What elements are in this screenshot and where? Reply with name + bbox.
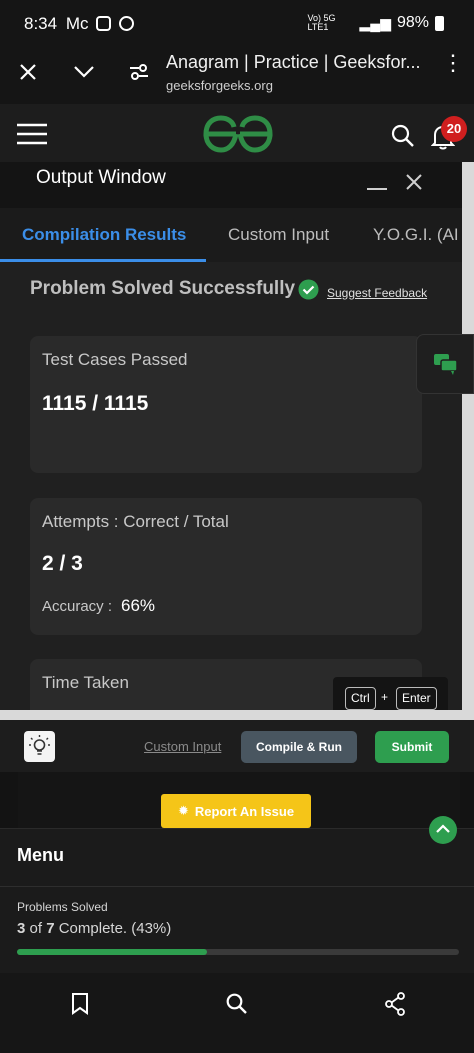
- battery-percent: 98%: [396, 14, 429, 31]
- chevron-up-icon: [436, 824, 450, 833]
- search-icon[interactable]: [391, 124, 415, 148]
- of-text: of: [29, 920, 43, 937]
- bookmark-icon[interactable]: [71, 993, 89, 1015]
- enter-key: Enter: [396, 687, 437, 710]
- problems-solved-summary: 3 of 7 Complete. (43%): [17, 920, 171, 937]
- notification-badge: 20: [441, 116, 467, 142]
- whatsapp-icon: [118, 16, 134, 31]
- page-url[interactable]: geeksforgeeks.org: [166, 78, 273, 93]
- problems-solved-label: Problems Solved: [17, 900, 108, 914]
- horizontal-scrollbar[interactable]: [0, 710, 462, 720]
- site-settings-icon[interactable]: [129, 62, 149, 82]
- lightbulb-icon: [29, 735, 50, 755]
- yogi-bulb-button[interactable]: [24, 731, 55, 762]
- chevron-down-icon[interactable]: [73, 65, 95, 79]
- gfg-logo[interactable]: [202, 115, 274, 153]
- test-cases-card: Test Cases Passed 1115 / 1115: [30, 336, 422, 473]
- scroll-up-button[interactable]: [429, 816, 457, 844]
- attempts-label: Attempts : Correct / Total: [42, 512, 229, 531]
- custom-input-link[interactable]: Custom Input: [144, 739, 221, 754]
- success-check-icon: [298, 279, 319, 300]
- editor-toolbar: Custom Input Compile & Run Submit: [0, 720, 474, 772]
- network-indicator: Vo) 5G LTE1: [307, 13, 336, 32]
- report-issue-label: Report An Issue: [194, 803, 295, 819]
- time-taken-label: Time Taken: [42, 673, 129, 692]
- status-carrier: Mc: [65, 14, 89, 33]
- status-time: 8:34 Mc: [24, 14, 134, 34]
- bug-icon: ✹: [177, 803, 189, 818]
- solved-count: 3: [17, 920, 26, 937]
- tab-custom-input[interactable]: Custom Input: [228, 208, 329, 262]
- accuracy-value: 66%: [121, 596, 156, 615]
- total-count: 7: [46, 920, 55, 937]
- ctrl-key: Ctrl: [345, 687, 376, 710]
- search-icon-bottom[interactable]: [226, 993, 248, 1015]
- test-cases-value: 1115 / 1115: [42, 392, 149, 415]
- tab-yogi[interactable]: Y.O.G.I. (AI B: [373, 208, 462, 262]
- site-header: 20: [0, 104, 474, 162]
- signal-icon: ▂▄▆: [359, 14, 391, 31]
- share-icon[interactable]: [384, 992, 406, 1016]
- hamburger-menu-icon[interactable]: [17, 123, 47, 145]
- browser-toolbar: Anagram | Practice | Geeksfor... geeksfo…: [0, 48, 474, 104]
- battery-icon: [435, 15, 444, 31]
- suggest-feedback-link[interactable]: Suggest Feedback: [327, 286, 427, 300]
- tab-active-indicator: [0, 259, 206, 262]
- more-options-icon[interactable]: ⋮: [442, 52, 464, 74]
- test-cases-label: Test Cases Passed: [42, 350, 188, 369]
- progress-fill: [17, 949, 208, 955]
- output-window-header: Output Window: [0, 162, 462, 208]
- attempts-value: 2 / 3: [42, 552, 83, 575]
- output-window-title: Output Window: [36, 167, 166, 188]
- bottom-nav: [0, 973, 474, 1053]
- menu-title: Menu: [17, 845, 64, 865]
- output-tabs: Compilation Results Custom Input Y.O.G.I…: [0, 208, 462, 262]
- close-output-icon[interactable]: [405, 173, 423, 191]
- result-status: Problem Solved Successfully: [30, 278, 296, 299]
- close-icon[interactable]: [19, 63, 37, 81]
- compile-run-button[interactable]: Compile & Run: [241, 731, 357, 763]
- minimize-icon[interactable]: [367, 188, 387, 190]
- report-issue-button[interactable]: ✹ Report An Issue: [161, 794, 311, 828]
- output-window: Output Window Compilation Results Custom…: [0, 162, 462, 720]
- vertical-scrollbar[interactable]: [462, 162, 474, 720]
- status-bar: 8:34 Mc Vo) 5G LTE1 ▂▄▆ 98%: [0, 0, 474, 48]
- chat-button[interactable]: [416, 334, 474, 394]
- accuracy-label: Accuracy :: [42, 598, 113, 615]
- submit-button[interactable]: Submit: [375, 731, 449, 763]
- page-title[interactable]: Anagram | Practice | Geeksfor...: [166, 52, 428, 73]
- progress-track: [17, 949, 459, 955]
- menu-divider: [0, 886, 474, 887]
- plus-sign: +: [381, 690, 389, 704]
- chat-icon: [434, 354, 458, 375]
- complete-text: Complete. (43%): [58, 920, 172, 937]
- menu-section: Menu Problems Solved 3 of 7 Complete. (4…: [0, 828, 474, 973]
- instagram-icon: [96, 16, 112, 31]
- attempts-card: Attempts : Correct / Total 2 / 3 Accurac…: [30, 498, 422, 635]
- tab-compilation-results[interactable]: Compilation Results: [22, 208, 186, 262]
